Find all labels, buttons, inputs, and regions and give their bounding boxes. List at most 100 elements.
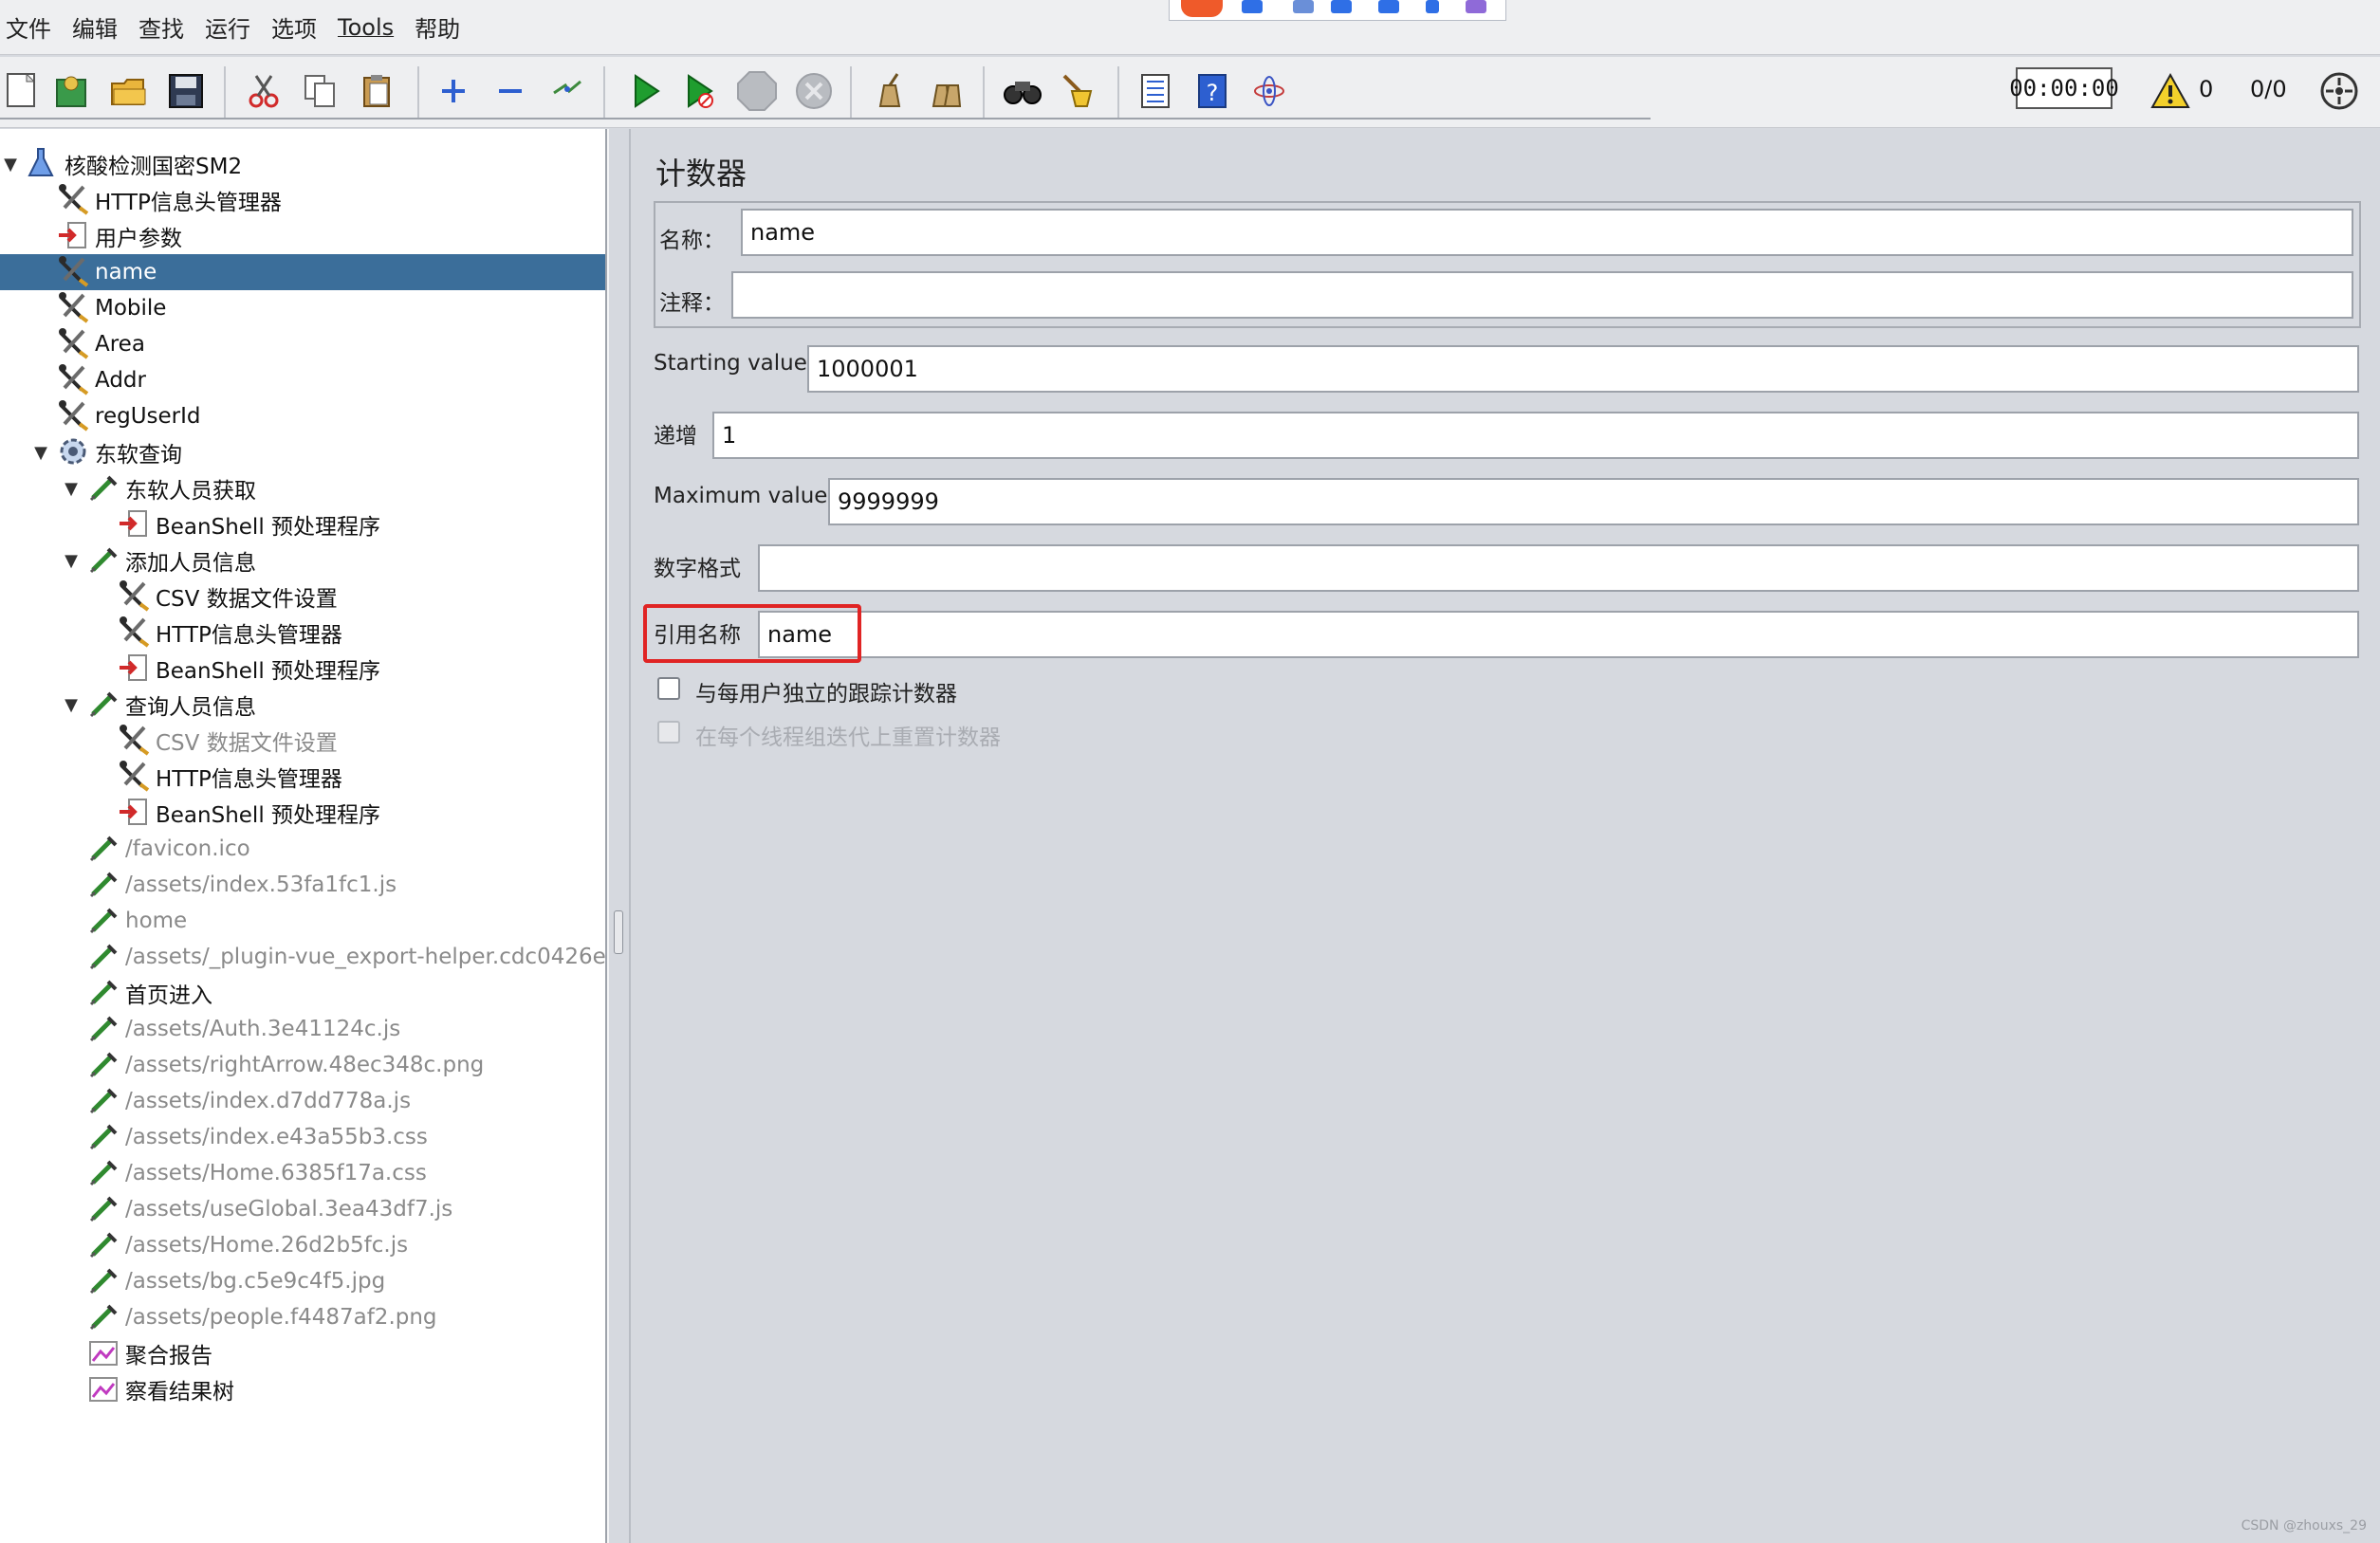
tree-node[interactable]: ▼ 添加人员信息 [0, 542, 605, 579]
tree-node-label: HTTP信息头管理器 [156, 767, 342, 792]
tree-node[interactable]: /assets/Home.26d2b5fc.js [0, 1227, 605, 1263]
tree-node[interactable]: /assets/people.f4487af2.png [0, 1299, 605, 1335]
tree-node[interactable]: /assets/bg.c5e9c4f5.jpg [0, 1263, 605, 1299]
tree-node[interactable]: Area [0, 326, 605, 362]
tree-node[interactable]: /assets/Home.6385f17a.css [0, 1155, 605, 1191]
menu-run[interactable]: 运行 [205, 10, 250, 44]
tree-node[interactable]: BeanShell 预处理程序 [0, 795, 605, 831]
open-icon[interactable] [106, 68, 152, 114]
listener-icon [87, 1336, 121, 1370]
tree-node[interactable]: 用户参数 [0, 218, 605, 254]
mic-icon[interactable] [1331, 0, 1352, 13]
expand-toggle-icon[interactable]: ▼ [63, 479, 80, 499]
tree-node[interactable]: name [0, 254, 605, 290]
tree-node[interactable]: HTTP信息头管理器 [0, 759, 605, 795]
templates-icon[interactable] [49, 68, 95, 114]
collapse-icon[interactable] [488, 68, 533, 114]
tree-node[interactable]: BeanShell 预处理程序 [0, 651, 605, 687]
menu-search[interactable]: 查找 [138, 10, 184, 44]
tree-node[interactable]: ▼ 核酸检测国密SM2 [0, 146, 605, 182]
reference-name-field[interactable]: name [758, 611, 2359, 658]
number-format-field[interactable] [758, 544, 2359, 592]
tree-node[interactable]: /assets/rightArrow.48ec348c.png [0, 1047, 605, 1083]
expand-toggle-icon[interactable]: ▼ [63, 695, 80, 715]
paste-icon[interactable] [355, 68, 400, 114]
tree-node[interactable]: ▼ 查询人员信息 [0, 687, 605, 723]
comment-label: 注释： [659, 291, 725, 316]
tree-node[interactable]: Mobile [0, 290, 605, 326]
function-helper-icon[interactable] [1133, 68, 1178, 114]
starting-value-field[interactable]: 1000001 [807, 345, 2359, 393]
tree-node[interactable]: home [0, 903, 605, 939]
test-plan-tree[interactable]: ▼ 核酸检测国密SM2 HTTP信息头管理器 用户参数 name Mobile Area Ad… [0, 129, 607, 1543]
shutdown-icon[interactable] [791, 68, 837, 114]
increment-field[interactable]: 1 [712, 412, 2359, 459]
tree-node[interactable]: Addr [0, 362, 605, 398]
bag-icon[interactable] [1426, 0, 1439, 13]
maximum-value-field[interactable]: 9999999 [828, 478, 2359, 525]
tree-node[interactable]: /assets/index.53fa1fc1.js [0, 867, 605, 903]
tree-node-label: CSV 数据文件设置 [156, 587, 338, 612]
start-icon[interactable] [622, 68, 668, 114]
per-user-checkbox[interactable] [657, 677, 680, 700]
tree-node[interactable]: CSV 数据文件设置 [0, 579, 605, 615]
help-icon[interactable]: ? [1190, 68, 1235, 114]
reset-search-icon[interactable] [1055, 68, 1100, 114]
threadgroup-icon [57, 435, 91, 469]
tree-node[interactable]: 察看结果树 [0, 1371, 605, 1407]
panel-title: 计数器 [655, 156, 747, 192]
menu-tools[interactable]: Tools [338, 14, 394, 41]
clear-all-icon[interactable] [924, 68, 969, 114]
tree-node[interactable]: /assets/index.e43a55b3.css [0, 1119, 605, 1155]
menu-edit[interactable]: 编辑 [72, 10, 118, 44]
tree-node[interactable]: /assets/_plugin-vue_export-helper.cdc042… [0, 939, 605, 975]
tree-node-label: 查询人员信息 [125, 695, 256, 720]
tree-node[interactable]: ▼ 东软人员获取 [0, 470, 605, 506]
toolbar-separator [1117, 66, 1119, 118]
tree-node[interactable]: HTTP信息头管理器 [0, 615, 605, 651]
comment-field[interactable] [731, 271, 2353, 319]
apps-icon[interactable] [1466, 0, 1486, 13]
copy-icon[interactable] [298, 68, 343, 114]
tree-node[interactable]: /assets/useGlobal.3ea43df7.js [0, 1191, 605, 1227]
start-no-pause-icon[interactable] [675, 68, 721, 114]
tree-node[interactable]: /assets/index.d7dd778a.js [0, 1083, 605, 1119]
toggle-icon[interactable] [544, 68, 590, 114]
expand-icon[interactable] [431, 68, 476, 114]
save-icon[interactable] [163, 68, 209, 114]
new-icon[interactable] [0, 68, 46, 114]
tree-node-label: BeanShell 预处理程序 [156, 659, 381, 684]
plus-icon[interactable] [1242, 0, 1263, 13]
tree-node[interactable]: BeanShell 预处理程序 [0, 506, 605, 542]
stop-icon[interactable] [734, 68, 780, 114]
tree-node[interactable]: /favicon.ico [0, 831, 605, 867]
cut-icon[interactable] [241, 68, 286, 114]
pointer-icon[interactable] [1293, 0, 1314, 13]
sampler-icon [87, 832, 121, 866]
split-pane-handle[interactable] [614, 910, 623, 954]
reset-per-iteration-checkbox[interactable] [657, 721, 680, 744]
sampler-icon [87, 1120, 121, 1154]
tree-node[interactable]: HTTP信息头管理器 [0, 182, 605, 218]
tree-node[interactable]: ▼ 东软查询 [0, 434, 605, 470]
remote-icon[interactable] [1246, 68, 1292, 114]
tree-node[interactable]: CSV 数据文件设置 [0, 723, 605, 759]
tree-node[interactable]: /assets/Auth.3e41124c.js [0, 1011, 605, 1047]
keyboard-icon[interactable] [1378, 0, 1399, 13]
expand-toggle-icon[interactable]: ▼ [2, 155, 19, 175]
menu-help[interactable]: 帮助 [415, 10, 460, 44]
tree-node[interactable]: regUserId [0, 398, 605, 434]
tree-node-label: home [125, 909, 188, 933]
expand-toggle-icon[interactable]: ▼ [32, 443, 49, 463]
search-icon[interactable] [1000, 68, 1045, 114]
config-icon [118, 760, 152, 794]
clear-icon[interactable] [867, 68, 913, 114]
tree-node[interactable]: 首页进入 [0, 975, 605, 1011]
menu-options[interactable]: 选项 [271, 10, 317, 44]
warning-icon[interactable] [2148, 68, 2193, 114]
tree-node[interactable]: 聚合报告 [0, 1335, 605, 1371]
menu-file[interactable]: 文件 [6, 10, 51, 44]
expand-toggle-icon[interactable]: ▼ [63, 551, 80, 571]
name-field[interactable]: name [741, 209, 2353, 256]
remote-status-icon[interactable] [2316, 68, 2362, 114]
